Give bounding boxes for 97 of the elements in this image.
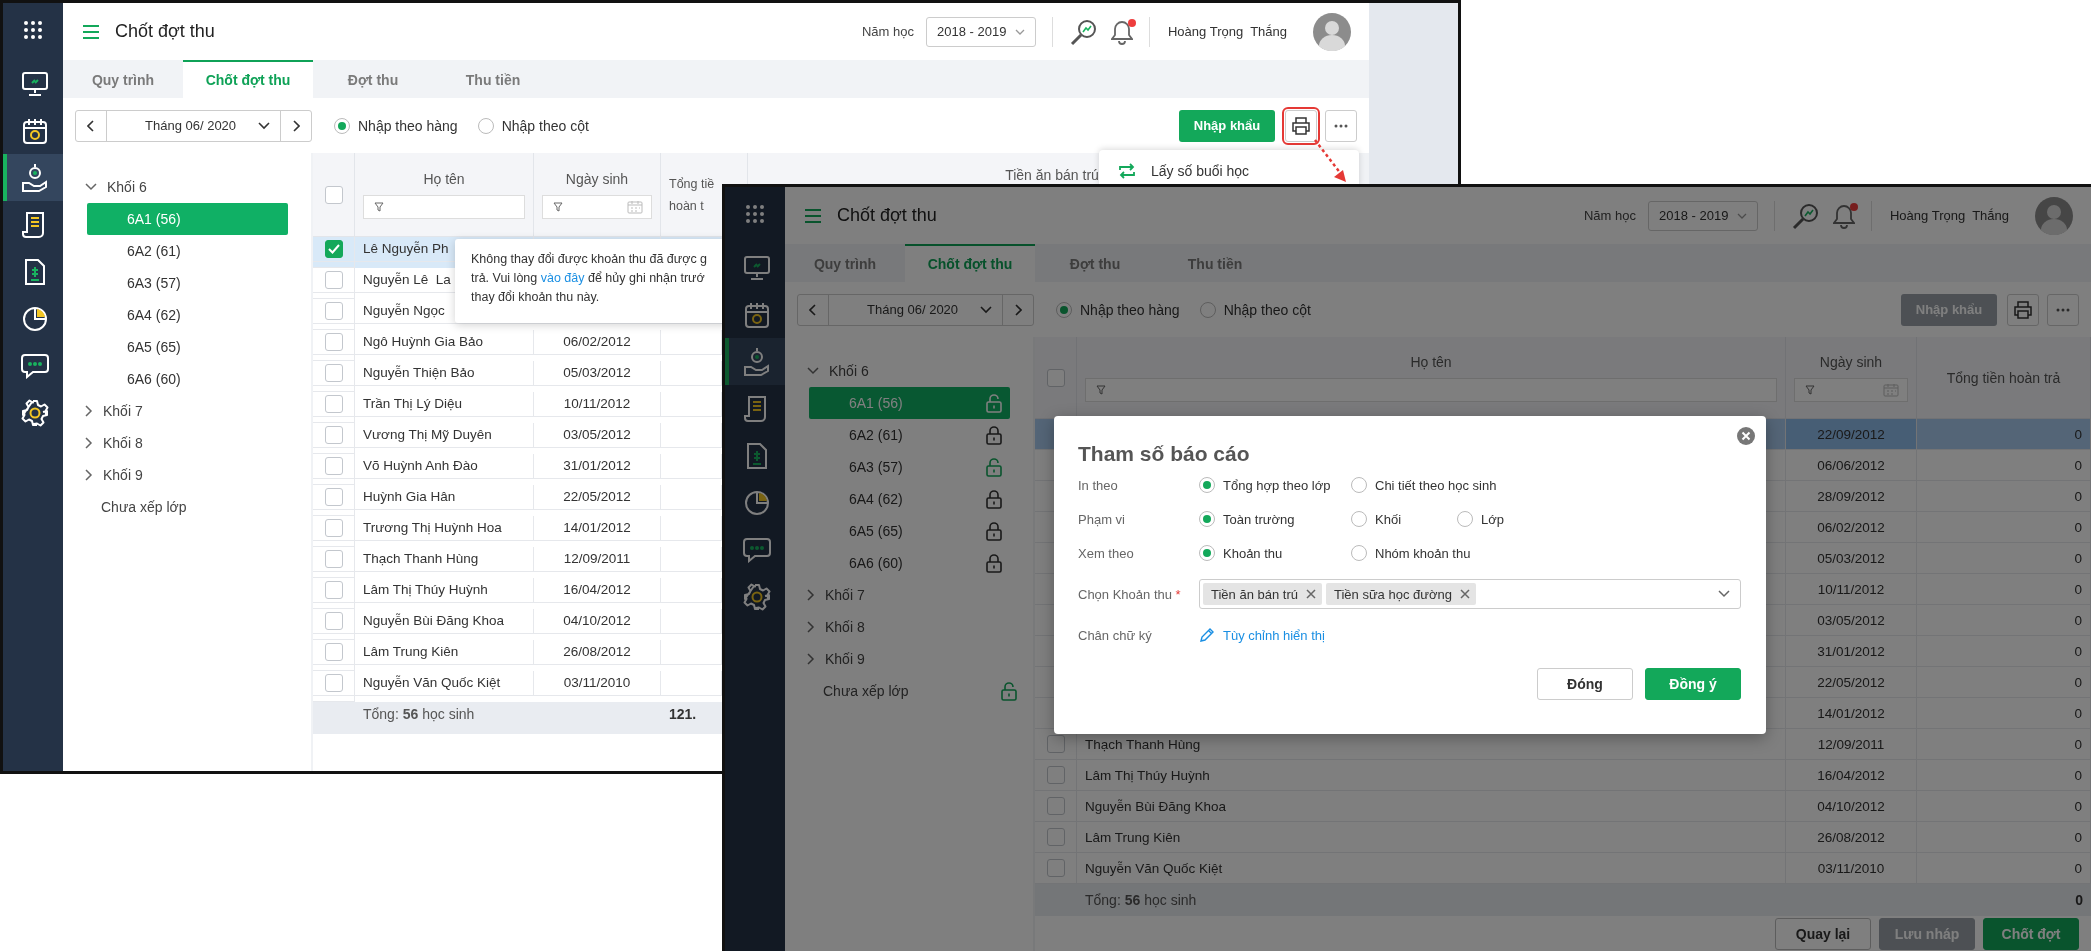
student-name: Lê Nguyễn Ph [363,241,449,257]
student-name: Vương Thị Mỹ Duyên [363,427,492,443]
radio-label: Nhập theo hàng [1080,301,1180,318]
refund-amount: 0 [2074,550,2082,566]
birth-date-cell: 06/06/2012 [1786,450,1917,481]
refund-amount: 0 [2074,643,2082,659]
refund-amount: 0 [2074,736,2082,752]
column-header: Họ tên [423,170,465,187]
student-name: Trương Thị Huỳnh Hoa [363,520,502,536]
column-header: Ngày sinh [565,170,629,187]
student-name: Võ Huỳnh Anh Đào [363,458,478,474]
radio-label: Nhập theo hàng [358,117,458,134]
total-label: Tổng: 56 học sinh [1085,892,1197,908]
student-name: Nguyễn Lê La [363,272,451,288]
user-name: Hoàng Trọng Thắng [1890,208,2009,223]
birth-date: 03/05/2012 [563,427,631,443]
birth-date-cell: 28/09/2012 [1786,481,1917,512]
student-name: Nguyễn Thiện Bảo [363,365,475,381]
birth-date-cell: 26/08/2012 [1786,822,1917,853]
birth-date-cell: 03/11/2010 [1786,853,1917,884]
student-name: Thạch Thanh Hùng [1085,736,1201,752]
birth-date-cell: 05/03/2012 [1786,543,1917,574]
radio-label: Chi tiết theo học sinh [1375,477,1497,493]
refund-amount: 0 [2074,674,2082,690]
refund-amount: 0 [2074,612,2082,628]
dialog-title: Tham số báo cáo [1078,441,1251,467]
refund-amount: 0 [2074,705,2082,721]
column-header: Tiền ăn bán trú [1005,167,1099,183]
student-name: Lâm Thị Thúy Huỳnh [1085,767,1210,783]
birth-date: 14/01/2012 [563,520,631,536]
radio-label: Tổng hợp theo lớp [1223,477,1331,493]
total-amount: 0 [2075,892,2083,908]
user-name: Hoàng Trọng Thắng [1168,24,1287,39]
birth-date-cell: 31/01/2012 [1786,636,1917,667]
birth-date-cell: 12/09/2011 [1786,729,1917,760]
field-label: Chân chữ ký [1078,627,1153,643]
column-header: Ngày sinh [1819,353,1883,370]
field-label: Phạm vi [1078,511,1126,527]
birth-date-cell: 22/05/2012 [1786,667,1917,698]
student-name: Huỳnh Gia Hân [363,489,456,505]
student-name: Lâm Trung Kiên [363,644,459,660]
birth-date: 16/04/2012 [563,582,631,598]
student-name: Ngô Huỳnh Gia Bảo [363,334,484,350]
birth-date: 22/05/2012 [563,489,631,505]
birth-date: 03/11/2010 [563,675,631,691]
radio-label: Nhập theo cột [501,117,589,134]
required-mark: * [1175,586,1181,602]
birth-date: 31/01/2012 [563,458,631,474]
student-name: Lâm Trung Kiên [1085,829,1181,845]
refund-amount: 0 [2074,581,2082,597]
student-name: Nguyễn Văn Quốc Kiệt [363,675,501,691]
field-label: Xem theo [1078,545,1135,561]
student-name: Nguyễn Bùi Đăng Khoa [1085,798,1227,814]
total-label: Tổng: 56 học sinh [363,706,475,722]
birth-date: 10/11/2012 [563,396,631,412]
total-amount: 121. [669,706,697,722]
refund-amount: 0 [2074,519,2082,535]
birth-date-cell: 06/02/2012 [1786,512,1917,543]
birth-date: 06/02/2012 [563,334,631,350]
field-label: In theo [1078,477,1119,493]
birth-date: 05/03/2012 [563,365,631,381]
student-name: Lâm Thị Thúy Huỳnh [363,582,488,598]
birth-date-cell: 04/10/2012 [1786,791,1917,822]
student-name: Nguyễn Ngọc [363,303,445,319]
refund-amount: 0 [2074,488,2082,504]
column-header: Tổng tiền hoàn trả [1946,369,2061,386]
refund-amount: 0 [2074,829,2082,845]
column-header: Tổng tiề hoàn t [669,175,716,215]
radio-label: Khoản thu [1223,545,1283,561]
birth-date-cell: 03/05/2012 [1786,605,1917,636]
radio-label: Toàn trường [1223,511,1295,527]
birth-date: 26/08/2012 [563,644,631,660]
radio-label: Lớp [1481,511,1504,527]
field-label: Chọn Khoản thu [1078,586,1172,602]
radio-label: Khối [1375,511,1402,527]
refund-amount: 0 [2074,860,2082,876]
birth-date-cell: 14/01/2012 [1786,698,1917,729]
student-name: Nguyễn Bùi Đăng Khoa [363,613,505,629]
birth-date-cell: 16/04/2012 [1786,760,1917,791]
refund-amount: 0 [2074,798,2082,814]
page-title: Chốt đợt thu [837,205,937,226]
student-name: Nguyễn Văn Quốc Kiệt [1085,860,1223,876]
student-name: Thạch Thanh Hùng [363,551,479,567]
refund-amount: 0 [2074,767,2082,783]
birth-date: 04/10/2012 [563,613,631,629]
refund-amount: 0 [2074,426,2082,442]
radio-label: Nhập theo cột [1223,301,1311,318]
column-header: Họ tên [1410,353,1452,370]
birth-date: 12/09/2011 [563,551,631,567]
birth-date-cell: 10/11/2012 [1786,574,1917,605]
page-title: Chốt đợt thu [115,21,215,42]
school-year-label: Năm học [1583,208,1636,223]
birth-date-cell: 22/09/2012 [1786,419,1917,450]
radio-label: Nhóm khoản thu [1375,545,1471,561]
refund-amount: 0 [2074,457,2082,473]
school-year-label: Năm học [861,24,914,39]
student-name: Trần Thị Lý Diệu [363,396,463,412]
